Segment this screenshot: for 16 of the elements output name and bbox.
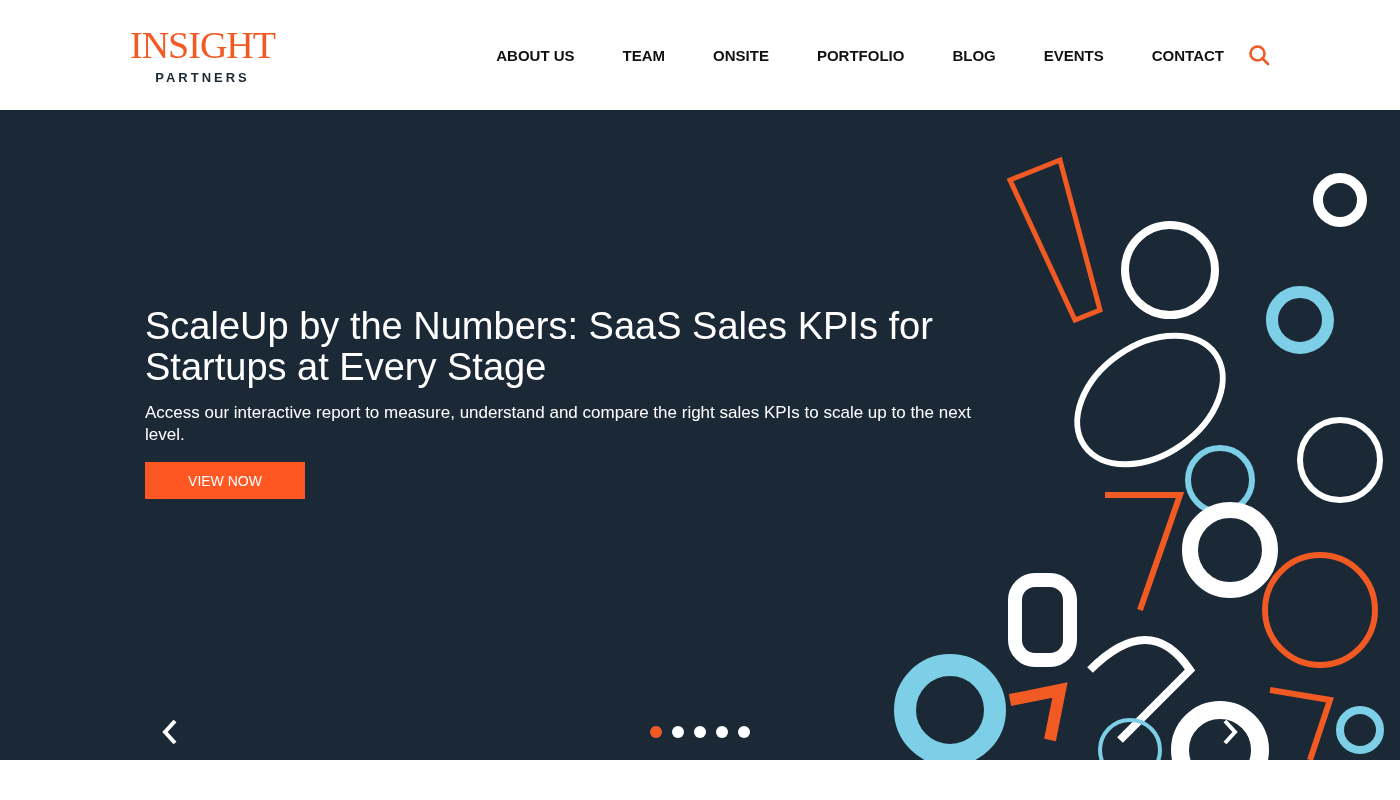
search-icon[interactable] [1248, 44, 1270, 66]
hero-description: Access our interactive report to measure, understand and compare the right sales KPIs to scale up to the next level. [145, 402, 972, 446]
nav-link[interactable]: CONTACT [1151, 46, 1224, 64]
slide-indicator-dot[interactable] [672, 726, 684, 738]
slide-indicator-dot[interactable] [694, 726, 706, 738]
nav-link[interactable]: EVENTS [1043, 46, 1104, 64]
logo-subtitle: PARTNERS [155, 69, 250, 85]
nav-link[interactable]: BLOG [952, 46, 996, 64]
nav-link[interactable]: ONSITE [713, 46, 769, 64]
nav-link[interactable]: ABOUT US [496, 46, 575, 64]
slide-indicator-dot[interactable] [716, 726, 728, 738]
nav-link[interactable]: TEAM [622, 46, 666, 64]
slide-indicator-dot[interactable] [738, 726, 750, 738]
nav-link[interactable]: PORTFOLIO [816, 46, 905, 64]
hero-title: ScaleUp by the Numbers: SaaS Sales KPIs for Startups at Every Stage [145, 306, 934, 388]
slide-indicator-dot[interactable] [650, 726, 662, 738]
